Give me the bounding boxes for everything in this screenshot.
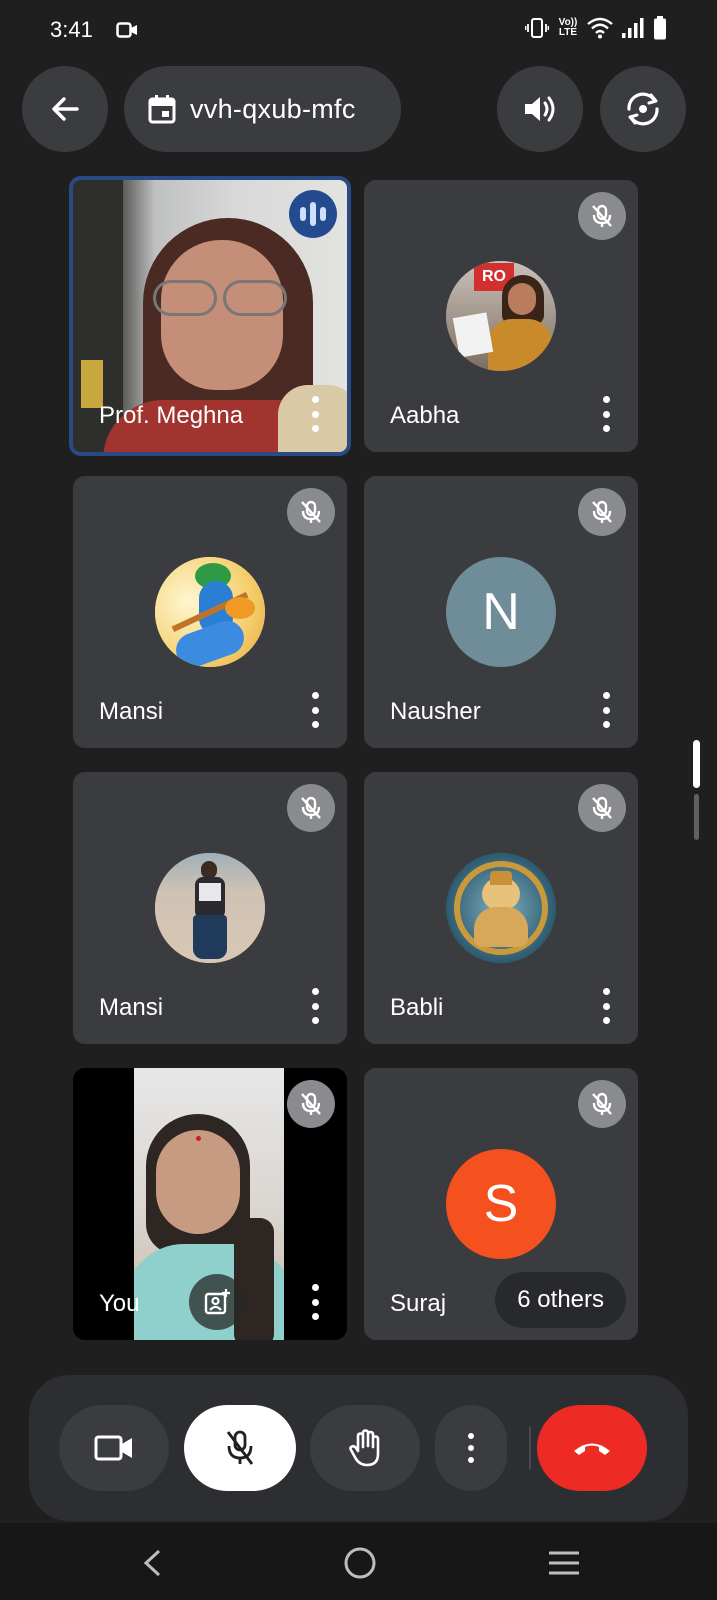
scrollbar-track xyxy=(694,794,699,840)
nav-recents-icon xyxy=(549,1551,579,1575)
participant-tile[interactable]: S Suraj 6 others xyxy=(364,1068,638,1340)
vibrate-icon xyxy=(525,18,549,38)
mic-off-icon xyxy=(592,796,612,819)
participant-more-button[interactable] xyxy=(305,396,325,432)
meeting-info-button[interactable]: vvh-qxub-mfc xyxy=(124,66,401,152)
participant-name: Mansi xyxy=(99,994,164,1021)
participant-tile[interactable]: Mansi xyxy=(73,476,347,748)
end-call-icon xyxy=(574,1443,610,1455)
effects-icon xyxy=(204,1289,230,1315)
more-options-icon xyxy=(467,1433,475,1463)
mic-off-icon xyxy=(592,1092,612,1115)
mic-off-icon xyxy=(301,500,321,523)
raise-hand-icon xyxy=(349,1429,380,1467)
participant-avatar xyxy=(155,853,265,963)
participant-name: Prof. Meghna xyxy=(99,402,244,429)
switch-camera-icon xyxy=(627,92,659,126)
participant-avatar: RO xyxy=(446,261,556,371)
participant-name: Aabha xyxy=(390,402,460,429)
status-time: 3:41 xyxy=(50,17,93,42)
speaker-icon xyxy=(525,96,555,122)
mic-off-icon xyxy=(592,500,612,523)
calendar-icon xyxy=(148,95,176,124)
battery-icon xyxy=(654,16,666,40)
muted-badge xyxy=(578,488,626,536)
scrollbar-thumb[interactable] xyxy=(693,740,700,788)
participant-tile[interactable]: Babli xyxy=(364,772,638,1044)
mic-off-icon xyxy=(301,1092,321,1115)
wifi-icon xyxy=(587,17,613,39)
participant-name: Babli xyxy=(390,994,444,1021)
participant-name: Mansi xyxy=(99,698,164,725)
status-bar: 3:41 Vo)) LTE xyxy=(0,0,717,60)
camera-toggle-button[interactable] xyxy=(59,1405,169,1491)
participant-avatar: N xyxy=(446,557,556,667)
participant-tile[interactable]: Mansi xyxy=(73,772,347,1044)
nav-home-icon xyxy=(344,1547,376,1579)
switch-camera-button[interactable] xyxy=(600,66,686,152)
nav-recents-button[interactable] xyxy=(542,1541,586,1585)
participant-more-button[interactable] xyxy=(596,988,616,1024)
screen-record-icon xyxy=(116,22,137,38)
back-arrow-icon xyxy=(52,97,79,121)
participant-tile[interactable]: N Nausher xyxy=(364,476,638,748)
signal-icon xyxy=(622,18,644,38)
mic-off-icon xyxy=(226,1430,254,1465)
audio-output-button[interactable] xyxy=(497,66,583,152)
participant-name: Suraj xyxy=(390,1290,447,1317)
nav-home-button[interactable] xyxy=(338,1541,382,1585)
muted-badge xyxy=(578,1080,626,1128)
camera-icon xyxy=(94,1435,132,1461)
mic-toggle-button[interactable] xyxy=(184,1405,296,1491)
mic-off-icon xyxy=(592,204,612,227)
participant-more-button[interactable] xyxy=(305,692,325,728)
participant-avatar xyxy=(155,557,265,667)
speaking-indicator xyxy=(289,190,337,238)
nav-back-button[interactable] xyxy=(130,1541,174,1585)
participant-more-button[interactable] xyxy=(596,396,616,432)
others-count-button[interactable]: 6 others xyxy=(495,1272,626,1328)
muted-badge xyxy=(578,784,626,832)
meeting-code: vvh-qxub-mfc xyxy=(190,93,356,124)
volte-icon: Vo)) LTE xyxy=(558,17,578,38)
visual-effects-button[interactable] xyxy=(189,1274,245,1330)
controls-divider xyxy=(529,1427,531,1469)
call-controls xyxy=(29,1375,688,1521)
more-options-button[interactable] xyxy=(435,1405,507,1491)
status-icons: Vo)) LTE xyxy=(525,16,667,40)
mic-off-icon xyxy=(301,796,321,819)
participant-more-button[interactable] xyxy=(305,1284,325,1320)
participant-name: Nausher xyxy=(390,698,481,725)
participant-more-button[interactable] xyxy=(305,988,325,1024)
end-call-button[interactable] xyxy=(537,1405,647,1491)
participant-tile[interactable]: Prof. Meghna xyxy=(69,176,351,456)
participant-more-button[interactable] xyxy=(596,692,616,728)
self-view-tile[interactable]: You xyxy=(73,1068,347,1340)
muted-badge xyxy=(578,192,626,240)
muted-badge xyxy=(287,1080,335,1128)
participant-tile[interactable]: RO Aabha xyxy=(364,180,638,452)
raise-hand-button[interactable] xyxy=(310,1405,420,1491)
participant-name: You xyxy=(99,1290,140,1317)
system-navigation-bar xyxy=(0,1523,717,1600)
nav-back-icon xyxy=(143,1549,161,1577)
back-button[interactable] xyxy=(22,66,108,152)
muted-badge xyxy=(287,784,335,832)
participant-avatar xyxy=(446,853,556,963)
participant-avatar: S xyxy=(446,1149,556,1259)
muted-badge xyxy=(287,488,335,536)
